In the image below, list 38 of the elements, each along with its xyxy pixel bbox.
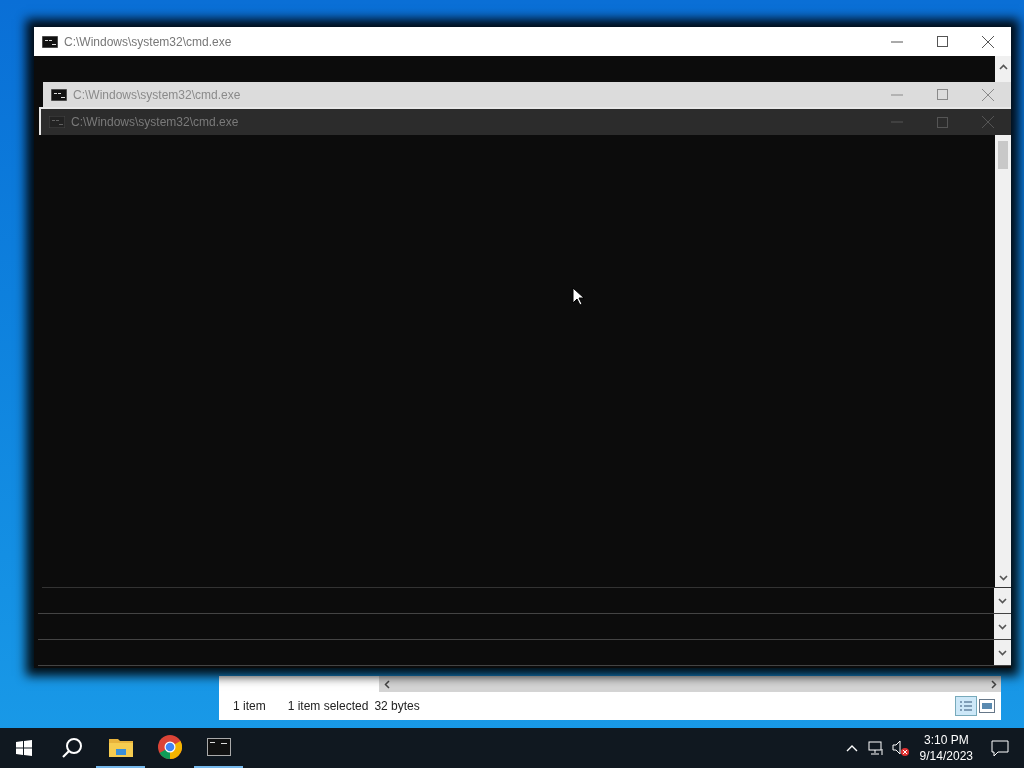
clock-time[interactable]: 3:10 PM <box>923 732 969 748</box>
horizontal-scrollbar[interactable] <box>379 676 1001 692</box>
console-icon <box>42 35 58 48</box>
scroll-down-icon[interactable] <box>998 597 1007 604</box>
windows-icon <box>16 740 32 756</box>
preview-view-icon[interactable] <box>979 699 995 713</box>
scroll-down-icon[interactable] <box>998 649 1007 656</box>
console-icon <box>49 116 65 128</box>
console-icon <box>51 88 67 101</box>
file-size: 32 bytes <box>374 698 420 715</box>
folder-icon[interactable] <box>108 737 133 757</box>
notification-icon[interactable] <box>991 739 1009 757</box>
network-icon[interactable] <box>867 740 884 756</box>
maximize-icon[interactable] <box>937 36 948 47</box>
muted-speaker-icon[interactable] <box>891 740 910 756</box>
scroll-left-icon[interactable] <box>384 679 390 689</box>
scroll-down-icon[interactable] <box>998 623 1007 630</box>
vertical-scrollbar[interactable] <box>994 588 1011 613</box>
vertical-scrollbar[interactable] <box>994 640 1011 665</box>
vertical-scrollbar[interactable] <box>995 135 1011 587</box>
window-title: C:\Windows\system32\cmd.exe <box>64 33 232 51</box>
vertical-scrollbar[interactable] <box>994 614 1011 639</box>
console-icon[interactable] <box>206 738 231 756</box>
scroll-thumb[interactable] <box>998 141 1008 169</box>
scroll-down-icon[interactable] <box>998 575 1008 581</box>
mouse-cursor-icon <box>572 287 584 306</box>
clock-date[interactable]: 9/14/2023 <box>919 748 973 764</box>
vertical-scrollbar[interactable] <box>995 56 1011 82</box>
window-title: C:\Windows\system32\cmd.exe <box>71 114 239 131</box>
scroll-up-icon[interactable] <box>998 64 1008 70</box>
selection-status: 1 item selected <box>287 698 369 715</box>
item-count: 1 item <box>233 698 266 715</box>
window-title: C:\Windows\system32\cmd.exe <box>73 86 241 104</box>
close-icon[interactable] <box>982 35 994 48</box>
search-icon <box>61 737 83 759</box>
browser-icon[interactable] <box>157 735 182 759</box>
scroll-right-icon[interactable] <box>991 679 997 689</box>
caret-icon[interactable] <box>845 744 858 752</box>
